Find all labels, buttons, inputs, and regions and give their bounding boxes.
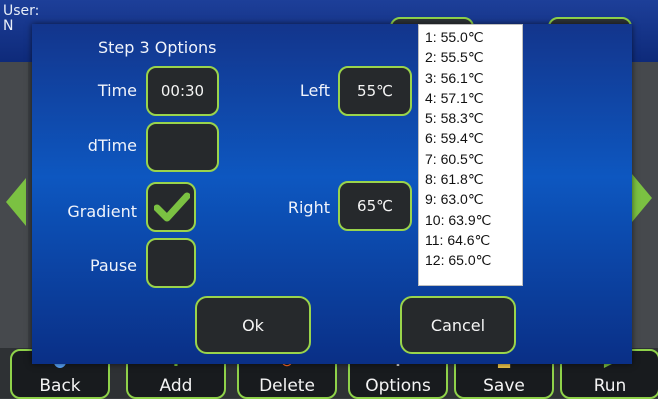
list-item: 11: 64.6℃ <box>425 231 491 248</box>
list-item: 2: 55.5℃ <box>425 49 484 66</box>
list-item: 8: 61.8℃ <box>425 171 484 188</box>
gradient-checkbox[interactable] <box>146 182 196 232</box>
step-options-dialog: Step 3 Options Time 00:30 dTime Gradient… <box>32 24 632 364</box>
time-value: 00:30 <box>160 82 205 100</box>
time-field[interactable]: 00:30 <box>146 66 219 116</box>
delete-button-label: Delete <box>259 376 315 396</box>
list-item: 6: 59.4℃ <box>425 130 484 147</box>
right-temp-value: 65℃ <box>357 197 393 215</box>
save-button-label: Save <box>483 376 525 396</box>
list-item: 4: 57.1℃ <box>425 89 484 106</box>
gradient-temperature-list: 1: 55.0℃ 2: 55.5℃ 3: 56.1℃ 4: 57.1℃ 5: 5… <box>418 24 523 286</box>
list-item: 5: 58.3℃ <box>425 110 484 127</box>
gradient-label: Gradient <box>67 202 137 221</box>
left-temp-label: Left <box>299 81 330 100</box>
list-item: 9: 63.0℃ <box>425 191 484 208</box>
chevron-left-icon[interactable] <box>6 178 26 226</box>
list-item: 1: 55.0℃ <box>425 29 484 45</box>
left-temp-field[interactable]: 55℃ <box>338 66 412 116</box>
left-temp-value: 55℃ <box>357 82 393 100</box>
checkmark-icon <box>154 192 190 222</box>
dtime-field[interactable] <box>146 122 219 172</box>
right-temp-field[interactable]: 65℃ <box>338 181 412 231</box>
add-button-label: Add <box>159 376 193 396</box>
dtime-label: dTime <box>87 136 137 155</box>
chevron-right-icon[interactable] <box>632 174 652 222</box>
cancel-button[interactable]: Cancel <box>400 296 516 354</box>
list-item: 3: 56.1℃ <box>425 69 484 86</box>
pause-checkbox[interactable] <box>146 238 196 288</box>
list-item: 7: 60.5℃ <box>425 150 484 167</box>
list-item: 12: 65.0℃ <box>425 252 492 269</box>
dialog-title: Step 3 Options <box>98 38 217 57</box>
run-button-label: Run <box>593 376 627 396</box>
options-button-label: Options <box>365 376 431 396</box>
cancel-button-label: Cancel <box>430 315 486 335</box>
ok-button[interactable]: Ok <box>195 296 311 354</box>
right-temp-label: Right <box>287 198 330 217</box>
pause-label: Pause <box>89 256 137 275</box>
ok-button-label: Ok <box>242 315 264 335</box>
back-button-label: Back <box>39 376 81 396</box>
time-label: Time <box>97 81 137 100</box>
list-item: 10: 63.9℃ <box>425 211 492 228</box>
user-label: User: <box>3 3 40 19</box>
